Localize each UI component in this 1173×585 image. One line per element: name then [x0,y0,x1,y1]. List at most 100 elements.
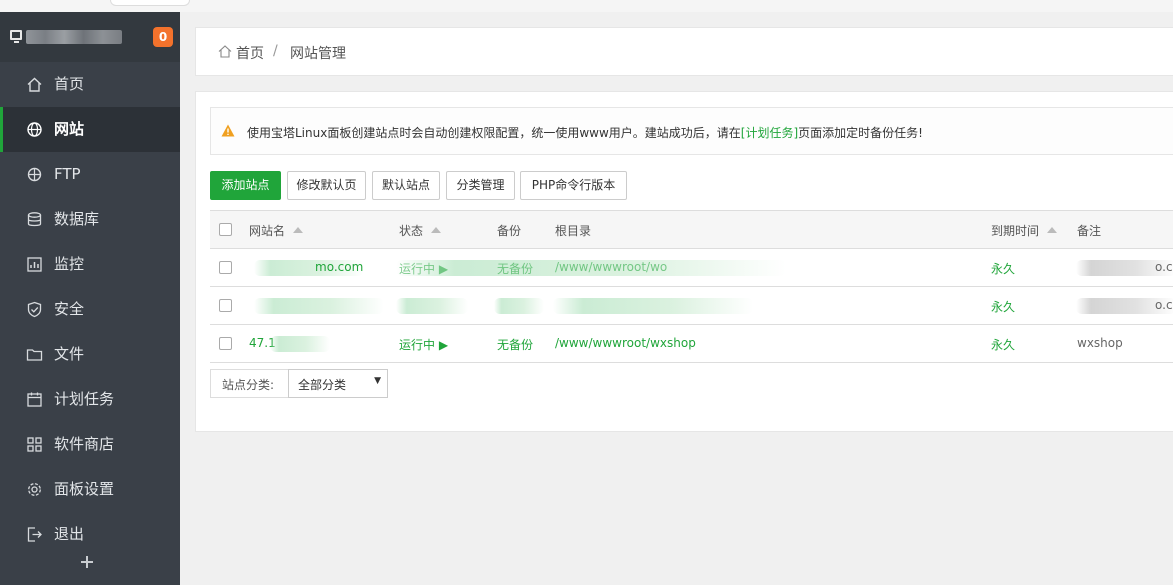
sidebar-item-database[interactable]: 数据库 [0,197,180,242]
site-name-link[interactable]: mo.com [315,260,363,274]
server-address-redacted [26,30,122,44]
row-checkbox[interactable] [219,299,232,312]
monitor-icon [26,256,43,273]
sidebar-item-label: 软件商店 [54,435,115,453]
warning-icon [221,124,235,137]
folder-icon [26,346,43,363]
site-category-filter: 站点分类: 全部分类 ▼ [210,369,388,398]
sidebar-item-security[interactable]: 安全 [0,287,180,332]
edit-default-page-button[interactable]: 修改默认页 [287,171,366,200]
sidebar: 0 首页 网站 FTP 数据库 监控 安全 文件 计划任务 软件商店 面板设置 [0,12,180,585]
column-header-status[interactable]: 状态 [399,222,442,239]
sidebar-item-label: 安全 [54,300,85,318]
alert-text-before: 使用宝塔Linux面板创建站点时会自动创建权限配置，统一使用www用户。建站成功… [247,126,741,140]
category-select[interactable]: 全部分类 ▼ [288,369,388,398]
table-row: 47.1 运行中 ▶ 无备份 /www/wwwroot/wxshop 永久 wx… [210,325,1173,363]
column-header-root: 根目录 [555,224,592,238]
server-monitor-icon [10,30,22,43]
site-status-toggle[interactable]: 运行中 ▶ [399,260,448,277]
info-alert: 使用宝塔Linux面板创建站点时会自动创建权限配置，统一使用www用户。建站成功… [210,107,1173,155]
alert-message: 使用宝塔Linux面板创建站点时会自动创建权限配置，统一使用www用户。建站成功… [247,124,923,141]
site-backup-link[interactable]: 无备份 [497,336,533,353]
row-checkbox[interactable] [219,337,232,350]
sidebar-item-label: 监控 [54,255,85,273]
browser-top-strip [0,0,1173,12]
plus-icon[interactable] [79,554,95,570]
site-expire-link[interactable]: 永久 [991,260,1015,277]
notification-badge[interactable]: 0 [153,27,173,47]
category-manage-button[interactable]: 分类管理 [446,171,515,200]
add-site-button[interactable]: 添加站点 [210,171,281,200]
ftp-icon [26,166,43,183]
sidebar-item-files[interactable]: 文件 [0,332,180,377]
site-management-panel: 使用宝塔Linux面板创建站点时会自动创建权限配置，统一使用www用户。建站成功… [195,91,1173,432]
alert-text-after: 页面添加定时备份任务! [798,126,923,140]
database-icon [26,211,43,228]
site-remark[interactable]: o.c [1155,260,1173,274]
site-backup-link[interactable]: 无备份 [497,260,533,277]
column-header-expire[interactable]: 到期时间 [991,222,1058,239]
column-header-expire-label: 到期时间 [991,224,1040,238]
sort-arrow-icon[interactable] [431,227,442,233]
column-header-name[interactable]: 网站名 [249,222,304,239]
site-remark[interactable]: o.c [1155,298,1173,312]
sidebar-item-label: 退出 [54,525,85,543]
sidebar-item-label: 数据库 [54,210,100,228]
sidebar-header: 0 [0,12,180,62]
sidebar-item-label: 面板设置 [54,480,115,498]
redacted-site-name [254,298,384,314]
category-select-value: 全部分类 [298,378,347,392]
redacted-backup [494,298,544,314]
sidebar-item-home[interactable]: 首页 [0,62,180,107]
sidebar-item-app-store[interactable]: 软件商店 [0,422,180,467]
select-all-checkbox[interactable] [219,223,232,236]
cron-task-link[interactable]: [计划任务] [741,126,798,140]
breadcrumb-current: 网站管理 [290,46,346,62]
category-filter-label: 站点分类: [222,378,275,392]
sidebar-item-label: 计划任务 [54,390,115,408]
site-root-link[interactable]: /www/wwwroot/wo [555,260,667,274]
column-header-status-label: 状态 [399,224,424,238]
browser-tab-edge [110,0,190,6]
sidebar-item-label: 首页 [54,75,85,93]
site-expire-link[interactable]: 永久 [991,336,1015,353]
column-header-name-label: 网站名 [249,224,286,238]
redacted-root [553,298,753,314]
breadcrumb-separator: / [273,43,278,59]
logout-icon [26,526,43,543]
breadcrumb-home-link[interactable]: 首页 [236,43,264,63]
sidebar-item-label: 网站 [54,120,85,138]
php-cli-version-button[interactable]: PHP命令行版本 [520,171,627,200]
sidebar-item-label: 文件 [54,345,85,363]
default-site-button[interactable]: 默认站点 [372,171,440,200]
sidebar-item-label: FTP [54,165,81,183]
home-icon [26,76,43,93]
calendar-icon [26,391,43,408]
breadcrumb: 首页 / 网站管理 [195,27,1173,76]
sort-arrow-icon[interactable] [1047,227,1058,233]
site-expire-link[interactable]: 永久 [991,298,1015,315]
home-icon [218,45,232,58]
sidebar-item-monitor[interactable]: 监控 [0,242,180,287]
table-row: 永久 o.c [210,287,1173,325]
redacted-status [396,298,468,314]
gear-icon [26,481,43,498]
sidebar-item-website[interactable]: 网站 [0,107,180,152]
sort-arrow-icon[interactable] [293,227,304,233]
redacted-site-name [270,336,330,352]
sidebar-item-cron[interactable]: 计划任务 [0,377,180,422]
site-table: 网站名 状态 备份 根目录 到期时间 备注 mo.com 运行中 ▶ 无备份 /… [210,210,1173,363]
site-status-toggle[interactable]: 运行中 ▶ [399,336,448,353]
sidebar-item-logout[interactable]: 退出 [0,512,180,557]
row-checkbox[interactable] [219,261,232,274]
apps-grid-icon [26,436,43,453]
globe-icon [26,121,43,138]
sidebar-item-settings[interactable]: 面板设置 [0,467,180,512]
shield-icon [26,301,43,318]
site-remark[interactable]: wxshop [1077,336,1123,350]
column-header-remark: 备注 [1077,224,1102,238]
sidebar-item-ftp[interactable]: FTP [0,152,180,197]
chevron-down-icon: ▼ [374,376,381,386]
site-root-link[interactable]: /www/wwwroot/wxshop [555,336,696,350]
column-header-backup: 备份 [497,224,522,238]
